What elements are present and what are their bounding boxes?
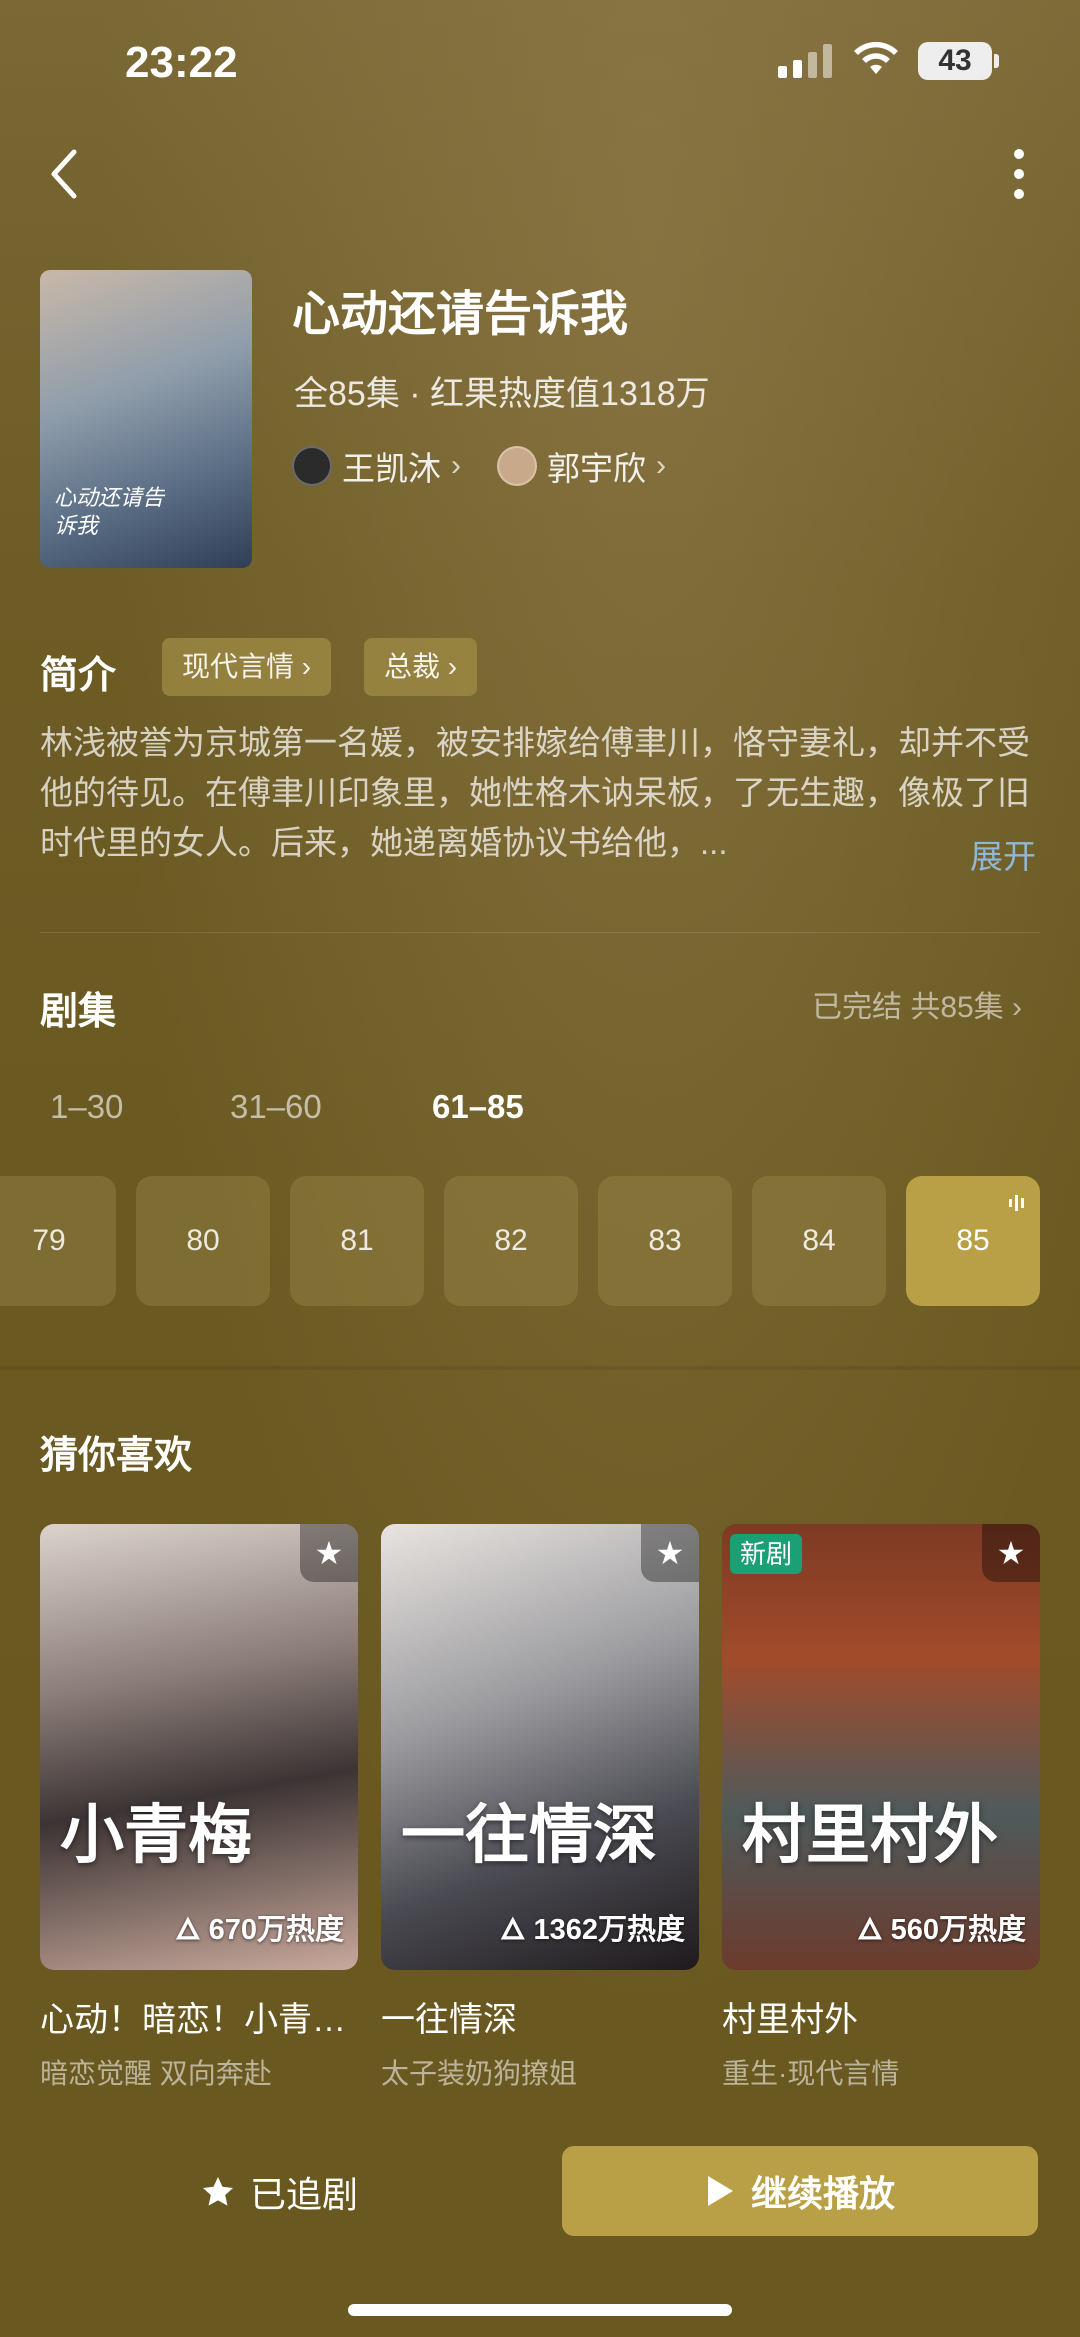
star-icon [203,2177,233,2206]
episode-button[interactable]: 82 [444,1176,578,1306]
card-poster-title: 小青梅 [60,1798,252,1873]
tag-chip[interactable]: 总裁 › [364,638,478,696]
recommend-name[interactable]: 一往情深 [381,1992,699,2041]
tag-label: 总裁 [384,651,441,682]
follow-label: 已追剧 [250,2174,359,2215]
actor-name: 王凯沐 [342,450,441,487]
actor-link[interactable]: 郭宇欣 › [497,442,666,490]
intro-heading: 简介 [40,655,117,697]
heat-value: 670万热度 [208,1914,344,1946]
play-label: 继续播放 [750,2173,895,2214]
follow-button[interactable]: 已追剧 [200,2166,358,2218]
recommend-subtitle: 太子装奶狗撩姐 [381,2058,578,2089]
range-tab[interactable]: 1–30 [50,1088,123,1126]
back-icon[interactable] [44,146,84,202]
continue-play-button[interactable]: 继续播放 [562,2146,1038,2236]
chevron-right-icon: › [451,449,461,482]
heat-label: 🜂 1362万热度 [500,1914,685,1946]
episode-button-current[interactable]: 85 [906,1176,1040,1306]
episodes-status: 已完结 共85集 [812,991,1004,1024]
range-tab-active[interactable]: 61–85 [432,1088,524,1126]
recommend-subtitle: 重生·现代言情 [722,2058,900,2089]
tag-label: 现代言情 [182,651,295,682]
card-poster-title: 一往情深 [401,1798,657,1873]
expand-link[interactable]: 展开 [970,830,1036,878]
status-time: 23:22 [125,38,238,87]
recommend-heading: 猜你喜欢 [40,1435,193,1477]
heat-value: 1362万热度 [533,1914,685,1946]
chevron-right-icon: › [656,449,666,482]
poster-title: 心动还请告诉我 [54,485,165,540]
show-title: 心动还请告诉我 [292,288,629,341]
wifi-icon [854,41,898,74]
playing-bars-icon [1009,1194,1024,1212]
star-icon[interactable]: ★ [982,1524,1040,1582]
star-icon[interactable]: ★ [300,1524,358,1582]
divider [40,932,1040,933]
actor-link[interactable]: 王凯沐 › [292,442,461,490]
range-tab[interactable]: 31–60 [230,1088,322,1126]
more-icon[interactable] [1004,146,1034,202]
avatar [292,446,332,486]
card-poster-title: 村里村外 [742,1798,998,1873]
battery-icon: 43 [918,42,992,80]
section-separator [0,1366,1080,1370]
recommend-card[interactable]: 小青梅 ★ 🜂 670万热度 [40,1524,358,1970]
actor-name: 郭宇欣 [547,450,646,487]
signal-icon [778,44,832,78]
episodes-status-link[interactable]: 已完结 共85集 › [812,982,1022,1026]
episodes-heading: 剧集 [40,991,117,1033]
actor-list: 王凯沐 › 郭宇欣 › [292,442,666,490]
tag-chip[interactable]: 现代言情 › [162,638,332,696]
play-icon [707,2176,733,2206]
new-badge: 新剧 [730,1534,803,1574]
recommend-name[interactable]: 心动！暗恋！小青… [40,1992,358,2041]
show-poster[interactable]: 心动还请告诉我 [40,270,252,568]
recommend-subtitle: 暗恋觉醒 双向奔赴 [40,2058,272,2089]
star-icon[interactable]: ★ [641,1524,699,1582]
episode-button[interactable]: 84 [752,1176,886,1306]
intro-text: 林浅被誉为京城第一名媛，被安排嫁给傅聿川，恪守妻礼，却并不受他的待见。在傅聿川印… [40,724,1030,861]
episode-button[interactable]: 79 [0,1176,116,1306]
show-meta: 全85集 · 红果热度值1318万 [294,375,710,413]
home-indicator[interactable] [348,2304,732,2316]
recommend-card[interactable]: 村里村外 新剧 ★ 🜂 560万热度 [722,1524,1040,1970]
episode-number: 85 [956,1224,990,1257]
status-bar: 23:22 43 [0,0,1080,120]
recommend-name[interactable]: 村里村外 [722,1992,1040,2041]
battery-tip [994,54,999,68]
avatar [497,446,537,486]
heat-label: 🜂 560万热度 [857,1914,1026,1946]
episode-button[interactable]: 83 [598,1176,732,1306]
episode-button[interactable]: 80 [136,1176,270,1306]
heat-label: 🜂 670万热度 [175,1914,344,1946]
recommend-card[interactable]: 一往情深 ★ 🜂 1362万热度 [381,1524,699,1970]
heat-value: 560万热度 [890,1914,1026,1946]
episode-button[interactable]: 81 [290,1176,424,1306]
